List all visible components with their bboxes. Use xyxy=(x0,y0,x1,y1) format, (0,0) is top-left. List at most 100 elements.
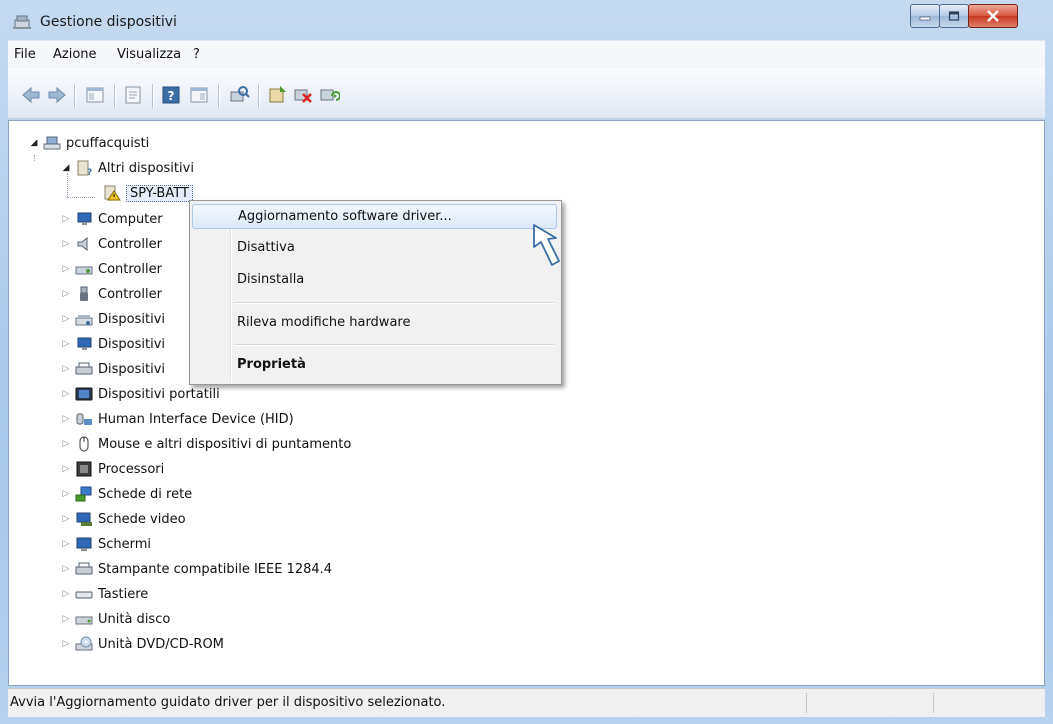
expand-icon[interactable]: ▷ xyxy=(61,414,71,424)
tree-item-controller-audio[interactable]: ▷ Controller xyxy=(61,232,162,256)
expand-icon[interactable]: ▷ xyxy=(61,514,71,524)
expand-icon[interactable]: ▷ xyxy=(61,314,71,324)
menu-item-scan-hardware[interactable]: Rileva modifiche hardware xyxy=(192,310,557,335)
tree-item-dispositivi-printer[interactable]: ▷ Dispositivi xyxy=(61,357,165,381)
minimize-icon xyxy=(919,16,931,21)
usb-plug-icon xyxy=(80,286,88,301)
tree-item-label: Schede di rete xyxy=(98,486,193,502)
expand-icon[interactable]: ▷ xyxy=(61,339,71,349)
action-pane-icon[interactable] xyxy=(188,84,210,106)
menu-item-disable[interactable]: Disattiva xyxy=(192,235,557,260)
toolbar-separator xyxy=(258,84,259,108)
menu-item-uninstall[interactable]: Disinstalla xyxy=(192,267,557,292)
tree-item-label: Dispositivi portatili xyxy=(98,386,220,402)
menu-file[interactable]: File xyxy=(14,47,36,62)
tree-item-controller-usb[interactable]: ▷ Controller xyxy=(61,282,162,306)
close-button[interactable] xyxy=(968,4,1018,28)
tree-item-processori[interactable]: ▷ Processori xyxy=(61,457,164,481)
tree-item-label: Controller xyxy=(98,286,162,302)
tree-item-label: Stampante compatibile IEEE 1284.4 xyxy=(98,561,333,577)
menu-item-label: Disattiva xyxy=(237,240,295,255)
tree-item-unita-disco[interactable]: ▷ Unità disco xyxy=(61,607,171,631)
expand-icon[interactable]: ▷ xyxy=(61,639,71,649)
uninstall-device-icon[interactable] xyxy=(318,84,340,106)
back-arrow-icon[interactable] xyxy=(20,84,42,106)
tree-item-label: Mouse e altri dispositivi di puntamento xyxy=(98,436,352,452)
menu-item-properties[interactable]: Proprietà xyxy=(192,352,557,377)
menu-azione[interactable]: Azione xyxy=(53,47,97,62)
title-bar[interactable]: Gestione dispositivi xyxy=(0,0,1053,38)
menu-help[interactable]: ? xyxy=(193,47,200,62)
mouse-icon xyxy=(79,436,89,452)
expand-icon[interactable]: ▷ xyxy=(61,564,71,574)
close-icon xyxy=(987,10,999,22)
forward-arrow-icon[interactable] xyxy=(46,84,68,106)
properties-icon[interactable] xyxy=(122,84,144,106)
expand-icon[interactable]: ▷ xyxy=(61,489,71,499)
scan-hardware-icon[interactable] xyxy=(228,84,250,106)
tree-item-dispositivi-display[interactable]: ▷ Dispositivi xyxy=(61,332,165,356)
collapse-icon[interactable]: ◢ xyxy=(61,163,71,173)
collapse-icon[interactable]: ◢ xyxy=(29,138,39,148)
tree-item-unita-dvd[interactable]: ▷ Unità DVD/CD-ROM xyxy=(61,632,224,656)
device-manager-icon xyxy=(13,15,31,29)
expand-icon[interactable]: ▷ xyxy=(61,464,71,474)
maximize-button[interactable] xyxy=(939,4,969,28)
menu-visualizza[interactable]: Visualizza xyxy=(117,47,181,62)
processor-icon xyxy=(76,461,92,477)
tree-item-mouse[interactable]: ▷ Mouse e altri dispositivi di puntament… xyxy=(61,432,351,456)
warning-device-icon xyxy=(104,185,121,201)
tree-root[interactable]: ◢ pcuffacquisti xyxy=(29,131,150,155)
tree-item-dispositivi-portatili[interactable]: ▷ Dispositivi portatili xyxy=(61,382,220,406)
toolbar-separator xyxy=(114,84,115,108)
tree-item-label: Schermi xyxy=(98,536,152,552)
svg-text:?: ? xyxy=(87,168,92,176)
tree-item-label: Unità disco xyxy=(98,611,171,627)
expand-icon[interactable]: ▷ xyxy=(61,264,71,274)
tree-item-dispositivi-imaging[interactable]: ▷ Dispositivi xyxy=(61,307,165,331)
monitor-icon xyxy=(77,212,92,225)
expand-icon[interactable]: ▷ xyxy=(61,389,71,399)
tree-item-controller-storage[interactable]: ▷ Controller xyxy=(61,257,162,281)
tree-item-computer[interactable]: ▷ Computer xyxy=(61,207,163,231)
tree-item-hid[interactable]: ▷ Human Interface Device (HID) xyxy=(61,407,294,431)
expand-icon[interactable]: ▷ xyxy=(61,289,71,299)
expand-icon[interactable]: ▷ xyxy=(61,214,71,224)
tree-item-stampante[interactable]: ▷ Stampante compatibile IEEE 1284.4 xyxy=(61,557,333,581)
show-hide-console-tree-icon[interactable] xyxy=(84,84,106,106)
expand-icon[interactable]: ▷ xyxy=(61,589,71,599)
storage-controller-icon xyxy=(75,266,93,275)
network-adapter-icon xyxy=(75,486,92,502)
monitor-icon xyxy=(77,337,92,350)
menu-separator xyxy=(234,302,554,303)
svg-text:?: ? xyxy=(168,89,175,103)
toolbar: ? xyxy=(8,68,1045,119)
tree-item-altri-dispositivi[interactable]: ◢ ? Altri dispositivi xyxy=(61,156,194,180)
portable-device-icon xyxy=(75,387,93,401)
tree-item-schede-video[interactable]: ▷ Schede video xyxy=(61,507,186,531)
update-driver-icon[interactable] xyxy=(266,84,288,106)
tree-item-tastiere[interactable]: ▷ Tastiere xyxy=(61,582,149,606)
expand-icon[interactable]: ▷ xyxy=(61,239,71,249)
expand-icon[interactable]: ▷ xyxy=(61,539,71,549)
minimize-button[interactable] xyxy=(910,4,940,28)
tree-item-schede-di-rete[interactable]: ▷ Schede di rete xyxy=(61,482,192,506)
tree-item-label: Controller xyxy=(98,261,162,277)
expand-icon[interactable]: ▷ xyxy=(61,614,71,624)
tree-item-label: Controller xyxy=(98,236,162,252)
printer-icon xyxy=(75,562,93,575)
tree-item-label: Tastiere xyxy=(98,586,149,602)
device-manager-window: Gestione dispositivi File Azione Visuali… xyxy=(0,0,1053,724)
expand-icon[interactable]: ▷ xyxy=(61,364,71,374)
tree-item-label: Human Interface Device (HID) xyxy=(98,411,294,427)
status-divider xyxy=(933,693,934,713)
help-icon[interactable]: ? xyxy=(160,84,182,106)
context-menu: Aggiornamento software driver... Disatti… xyxy=(189,200,562,385)
menu-item-label: Aggiornamento software driver... xyxy=(238,209,452,224)
tree-item-label: Processori xyxy=(98,461,165,477)
tree-item-spy-batt[interactable]: SPY-BATT xyxy=(103,181,193,205)
menu-item-update-driver[interactable]: Aggiornamento software driver... xyxy=(192,204,557,229)
expand-icon[interactable]: ▷ xyxy=(61,439,71,449)
tree-item-schermi[interactable]: ▷ Schermi xyxy=(61,532,152,556)
disable-device-icon[interactable] xyxy=(292,84,314,106)
